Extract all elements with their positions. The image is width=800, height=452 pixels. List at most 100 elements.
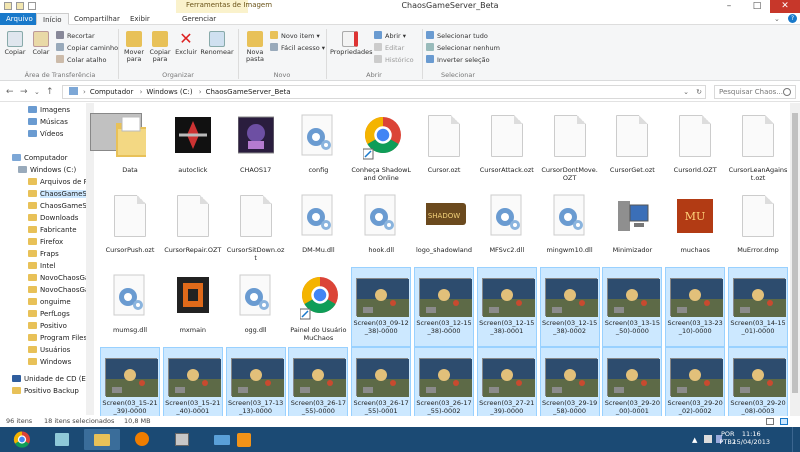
nav-item[interactable]: Unidade de CD (E xyxy=(12,374,86,385)
properties-button[interactable]: Propriedades xyxy=(330,31,373,56)
file-item[interactable]: Screen(03_29-20_00)-0001 xyxy=(602,347,663,416)
copy-to-button[interactable]: Copiar para xyxy=(148,31,172,63)
move-to-button[interactable]: Mover para xyxy=(122,31,146,63)
file-item[interactable]: Minimizador xyxy=(602,187,662,267)
file-item[interactable]: Cursor.ozt xyxy=(414,107,474,187)
file-item[interactable]: Screen(03_14-15_01)-0000 xyxy=(728,267,788,347)
nav-item[interactable]: Firefox xyxy=(28,237,63,248)
file-item[interactable]: MFSvc2.dll xyxy=(477,187,537,267)
avast-taskbar-icon[interactable] xyxy=(124,429,160,450)
copy-button[interactable]: Copiar xyxy=(3,31,27,56)
file-item[interactable]: CursorAttack.ozt xyxy=(477,107,537,187)
file-item[interactable]: SHADOW logo_shadowland xyxy=(414,187,474,267)
nav-item[interactable]: PerfLogs xyxy=(28,309,70,320)
file-item[interactable]: Screen(03_29-20_02)-0002 xyxy=(665,347,726,416)
file-item[interactable]: config xyxy=(288,107,348,187)
file-item[interactable]: mxmain xyxy=(163,267,223,347)
file-item[interactable]: DM-Mu.dll xyxy=(288,187,348,267)
address-bar[interactable]: › Computador › Windows (C:) › ChaosGameServ… xyxy=(62,85,706,99)
explorer-taskbar-icon[interactable] xyxy=(84,429,120,450)
tab-inicio[interactable]: Início xyxy=(36,13,69,25)
file-item[interactable]: Screen(03_26-17_55)-0000 xyxy=(288,347,349,416)
nav-item[interactable]: NovoChaosGar xyxy=(28,285,92,296)
help-icon[interactable]: ? xyxy=(788,14,797,23)
chevron-down-icon[interactable]: ⌄ xyxy=(774,15,780,23)
nav-item[interactable]: Usuários xyxy=(28,345,70,356)
nav-item[interactable]: NovoChaosGar xyxy=(28,273,92,284)
forward-arrow-icon[interactable]: → xyxy=(20,87,28,97)
invert-selection-button[interactable]: Inverter seleção xyxy=(426,55,490,64)
file-item[interactable]: ogg.dll xyxy=(226,267,286,347)
nav-item[interactable]: Intel xyxy=(28,261,56,272)
chevron-down-icon[interactable]: ⌄ xyxy=(683,86,689,98)
clock[interactable]: 11:16 15/04/2013 xyxy=(733,430,770,446)
file-item[interactable]: CursorGet.ozt xyxy=(602,107,662,187)
paste-button[interactable]: Colar xyxy=(30,31,52,56)
app-taskbar-icon[interactable] xyxy=(164,429,200,450)
history-button[interactable]: Histórico xyxy=(374,55,414,64)
file-item[interactable]: mumsg.dll xyxy=(100,267,160,347)
file-item[interactable]: mingwm10.dll xyxy=(540,187,600,267)
easy-access-button[interactable]: Fácil acesso ▾ xyxy=(270,43,325,52)
open-button[interactable]: Abrir ▾ xyxy=(374,31,406,40)
file-item[interactable]: Screen(03_12-15_38)-0001 xyxy=(476,267,537,347)
file-item[interactable]: Screen(03_15-21_39)-0000 xyxy=(100,347,160,416)
select-none-button[interactable]: Selecionar nenhum xyxy=(426,43,500,52)
nav-item[interactable]: ChaosGameSer xyxy=(28,189,94,200)
rename-button[interactable]: Renomear xyxy=(200,31,234,56)
file-item[interactable]: CHAOS17 xyxy=(226,107,286,187)
file-item[interactable]: Screen(03_15-21_40)-0001 xyxy=(162,347,223,416)
nav-scrollbar[interactable] xyxy=(86,103,142,415)
media-taskbar-icon[interactable] xyxy=(232,429,256,450)
maximize-button[interactable]: □ xyxy=(746,0,768,13)
refresh-icon[interactable]: ↻ xyxy=(696,86,702,98)
file-item[interactable]: CursorLeanAgainst.ozt xyxy=(728,107,788,187)
flag-icon[interactable] xyxy=(704,435,712,443)
nav-item[interactable]: Downloads xyxy=(28,213,78,224)
copy-path-button[interactable]: Copiar caminho xyxy=(56,43,118,52)
paste-shortcut-button[interactable]: Colar atalho xyxy=(56,55,106,64)
delete-button[interactable]: ✕ Excluir xyxy=(174,31,198,56)
large-icons-view-icon[interactable] xyxy=(780,418,788,425)
file-item[interactable]: CursorDontMove.OZT xyxy=(540,107,600,187)
tab-gerenciar[interactable]: Gerenciar xyxy=(176,13,222,25)
edit-button[interactable]: Editar xyxy=(374,43,404,52)
nav-item[interactable]: ChaosGameSer xyxy=(28,201,94,212)
folder-icon[interactable] xyxy=(16,2,24,10)
quick-access-icon[interactable] xyxy=(4,2,12,10)
file-item[interactable]: MuError.dmp xyxy=(728,187,788,267)
details-view-icon[interactable] xyxy=(766,418,774,425)
chevron-up-icon[interactable]: ▲ xyxy=(692,436,697,444)
file-item[interactable]: CursorRepair.OZT xyxy=(163,187,223,267)
nav-item[interactable]: Fabricante xyxy=(28,225,77,236)
tablet-taskbar-icon[interactable] xyxy=(44,429,80,450)
file-item[interactable]: CursorSitDown.ozt xyxy=(226,187,286,267)
undo-icon[interactable] xyxy=(28,2,36,10)
chrome-taskbar-icon[interactable] xyxy=(4,429,40,450)
file-item[interactable]: Screen(03_09-12_38)-0000 xyxy=(351,267,412,347)
search-input[interactable]: Pesquisar Chaos... xyxy=(714,85,796,99)
breadcrumb-windows[interactable]: Windows (C:) xyxy=(146,88,192,96)
nav-item[interactable]: Imagens xyxy=(28,105,70,116)
file-item[interactable]: Screen(03_26-17_55)-0001 xyxy=(351,347,412,416)
breadcrumb-computador[interactable]: Computador xyxy=(90,88,134,96)
chevron-down-icon[interactable]: ⌄ xyxy=(34,88,40,96)
nav-item[interactable]: Vídeos xyxy=(28,129,63,140)
show-desktop-button[interactable] xyxy=(792,427,800,452)
nav-item[interactable]: Arquivos de Pr xyxy=(28,177,91,188)
cut-button[interactable]: Recortar xyxy=(56,31,95,40)
file-item[interactable]: Painel do Usuário MuChaos xyxy=(288,267,348,347)
file-item[interactable]: Screen(03_12-15_38)-0002 xyxy=(539,267,600,347)
file-item[interactable]: Screen(03_13-15_50)-0000 xyxy=(602,267,663,347)
file-item[interactable]: Screen(03_27-21_39)-0000 xyxy=(476,347,537,416)
close-button[interactable]: ✕ xyxy=(770,0,800,13)
nav-item[interactable]: onguime xyxy=(28,297,71,308)
nav-item[interactable]: Windows (C:) xyxy=(18,165,76,176)
nav-item[interactable]: Músicas xyxy=(28,117,68,128)
new-item-button[interactable]: Novo item ▾ xyxy=(270,31,320,40)
back-arrow-icon[interactable]: ← xyxy=(6,87,14,97)
new-folder-button[interactable]: Nova pasta xyxy=(242,31,268,63)
file-item[interactable]: Screen(03_29-19_58)-0000 xyxy=(539,347,600,416)
file-item[interactable]: MU muchaos xyxy=(665,187,725,267)
nav-item[interactable]: Positivo Backup xyxy=(12,386,79,397)
